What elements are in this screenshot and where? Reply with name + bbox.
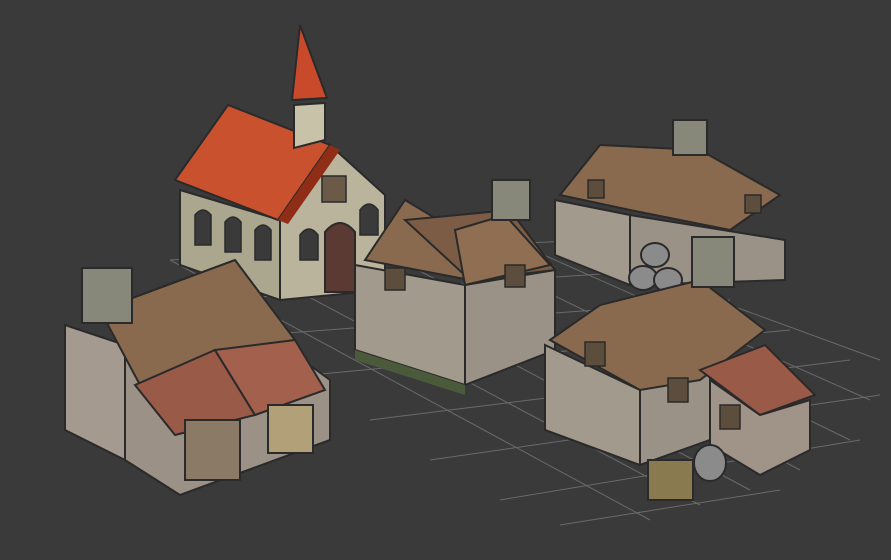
3d-viewport[interactable] <box>0 0 891 560</box>
scene-canvas[interactable] <box>0 0 891 560</box>
l-shaped-house-model[interactable] <box>554 119 786 287</box>
single-barrel-model[interactable] <box>693 444 727 482</box>
chapel-model[interactable] <box>173 24 386 302</box>
